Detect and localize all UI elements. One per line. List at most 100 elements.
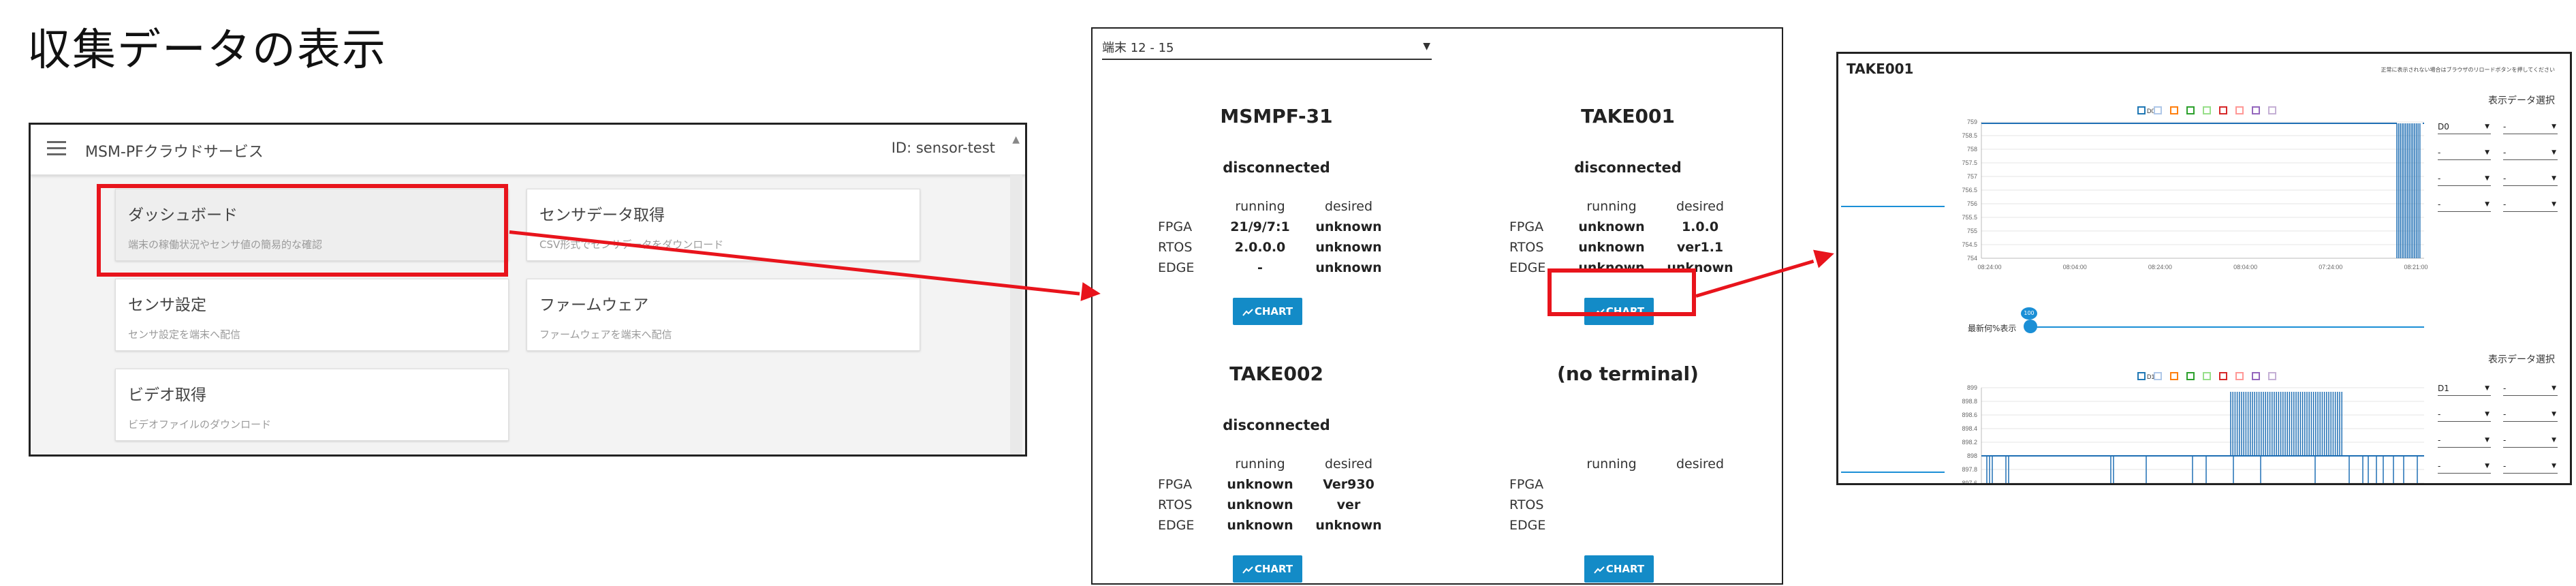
data-select-row[interactable]: - ▼ - ▼ (2438, 145, 2558, 160)
data-select[interactable]: - ▼ (2438, 433, 2491, 448)
running-value: - (1257, 260, 1263, 275)
y-tick-label: 899 (1967, 384, 1977, 391)
desired-value: unknown (1315, 518, 1382, 533)
terminal-name: MSMPF-31 (1220, 105, 1333, 127)
chart-button[interactable]: CHART (1233, 555, 1302, 583)
chart-button-label: CHART (1605, 563, 1645, 575)
y-tick-label: 898.4 (1962, 425, 1977, 432)
trend-icon (1594, 566, 1605, 574)
row-label: FPGA (1509, 219, 1544, 234)
dropdown-arrow-icon: ▼ (2551, 149, 2556, 156)
legend-swatch (2252, 106, 2260, 114)
data-select-value: - (2503, 435, 2507, 445)
data-select-secondary[interactable]: - ▼ (2503, 171, 2558, 186)
row-label: EDGE (1158, 518, 1195, 533)
dropdown-arrow-icon: ▼ (2485, 175, 2489, 182)
x-tick-label: 08:04:00 (2233, 264, 2257, 271)
data-select-secondary[interactable]: - ▼ (2503, 407, 2558, 422)
scroll-up-icon[interactable]: ▲ (1012, 134, 1020, 145)
desired-value: ver1.1 (1676, 240, 1724, 255)
slider-track[interactable] (2029, 326, 2424, 328)
card-description: センサ設定を端末へ配信 (128, 328, 241, 341)
col-desired-header: desired (1324, 457, 1373, 472)
data-select[interactable]: D0 ▼ (2438, 119, 2491, 134)
dropdown-arrow-icon: ▼ (2551, 411, 2556, 418)
data-select-row[interactable]: - ▼ - ▼ (2438, 459, 2558, 474)
data-select-row[interactable]: - ▼ - ▼ (2438, 197, 2558, 212)
x-tick-label: 07:24:00 (2319, 264, 2342, 271)
y-tick-label: 757 (1967, 173, 1977, 180)
legend-swatch (2252, 372, 2260, 380)
legend-label: D0 (2147, 108, 2155, 114)
dropdown-arrow-icon: ▼ (2551, 437, 2556, 444)
desired-value: 1.0.0 (1681, 219, 1719, 234)
col-desired-header: desired (1324, 199, 1373, 214)
y-tick-label: 754.5 (1962, 241, 1977, 248)
col-desired-header: desired (1676, 199, 1725, 214)
data-select-value: - (2503, 200, 2507, 209)
desired-value: ver (1336, 497, 1361, 512)
slider-handle[interactable] (2024, 320, 2037, 333)
legend-swatch (2170, 106, 2178, 114)
terminal-name: TAKE001 (1581, 105, 1675, 127)
data-select-row[interactable]: - ▼ - ▼ (2438, 433, 2558, 448)
y-tick-label: 755 (1967, 228, 1977, 234)
data-select-row[interactable]: - ▼ - ▼ (2438, 171, 2558, 186)
data-select[interactable]: - ▼ (2438, 145, 2491, 160)
menu-card-sensor-settings[interactable]: センサ設定 センサ設定を端末へ配信 (115, 279, 509, 351)
running-value: unknown (1227, 497, 1293, 512)
data-select-secondary[interactable]: - ▼ (2503, 197, 2558, 212)
running-value: unknown (1578, 240, 1645, 255)
data-select-secondary[interactable]: - ▼ (2503, 145, 2558, 160)
terminal-status: disconnected (1574, 159, 1682, 176)
data-select[interactable]: - ▼ (2438, 459, 2491, 474)
data-select[interactable]: - ▼ (2438, 197, 2491, 212)
select-title-top: 表示データ選択 (2488, 95, 2555, 106)
data-select-secondary[interactable]: - ▼ (2503, 433, 2558, 448)
scrollbar[interactable] (1010, 175, 1022, 454)
running-value: 21/9/7:1 (1230, 219, 1290, 234)
legend-swatch (2203, 106, 2211, 114)
data-select-secondary[interactable]: - ▼ (2503, 381, 2558, 396)
menu-card-firmware[interactable]: ファームウェア ファームウェアを端末へ配信 (527, 279, 920, 351)
data-select-value: - (2438, 410, 2441, 419)
running-value: 2.0.0.0 (1234, 240, 1286, 255)
data-select-value: - (2503, 461, 2507, 471)
row-label: EDGE (1509, 518, 1546, 533)
data-select-value: - (2503, 122, 2507, 132)
dropdown-arrow-icon: ▼ (2551, 175, 2556, 182)
col-running-header: running (1235, 457, 1285, 472)
y-tick-label: 897.6 (1962, 480, 1977, 485)
data-select-secondary[interactable]: - ▼ (2503, 459, 2558, 474)
legend-swatch (2186, 372, 2195, 380)
x-tick-label: 08:24:00 (1977, 264, 2001, 271)
x-tick-label: 08:04:00 (2063, 264, 2087, 271)
data-select[interactable]: - ▼ (2438, 407, 2491, 422)
legend-swatch (2219, 372, 2227, 380)
data-select-secondary[interactable]: - ▼ (2503, 119, 2558, 134)
dropdown-arrow-icon: ▼ (1423, 41, 1430, 52)
user-id: ID: sensor-test (891, 140, 995, 156)
menu-card-sensor-data[interactable]: センサデータ取得 CSV形式でセンサデータをダウンロード (527, 189, 920, 261)
chart-button[interactable]: CHART (1584, 555, 1654, 583)
data-select-row[interactable]: - ▼ - ▼ (2438, 407, 2558, 422)
menu-card-video[interactable]: ビデオ取得 ビデオファイルのダウンロード (115, 369, 509, 441)
legend-swatch (2203, 372, 2211, 380)
data-select-value: - (2438, 461, 2441, 471)
data-select-row[interactable]: D0 ▼ - ▼ (2438, 119, 2558, 134)
dropdown-arrow-icon: ▼ (2485, 201, 2489, 208)
data-select-value: - (2438, 174, 2441, 183)
dropdown-arrow-icon: ▼ (2551, 123, 2556, 130)
hamburger-menu-icon[interactable] (47, 141, 66, 156)
legend-swatch (2219, 106, 2227, 114)
data-select-value: - (2503, 410, 2507, 419)
data-select-value: D1 (2438, 384, 2449, 393)
card-title: センサ設定 (128, 296, 206, 314)
card-description: ビデオファイルのダウンロード (128, 418, 272, 431)
highlight-box-dashboard (97, 184, 508, 277)
data-select-row[interactable]: D1 ▼ - ▼ (2438, 381, 2558, 396)
data-select[interactable]: - ▼ (2438, 171, 2491, 186)
dropdown-arrow-icon: ▼ (2551, 385, 2556, 392)
data-select[interactable]: D1 ▼ (2438, 381, 2491, 396)
legend-swatch (2170, 372, 2178, 380)
